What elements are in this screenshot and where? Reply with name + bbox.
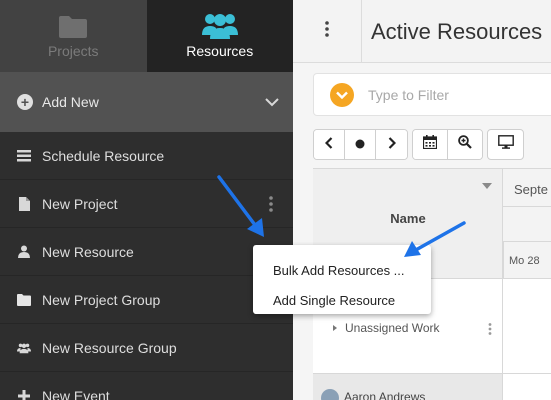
unassigned-work-label: Unassigned Work (345, 321, 440, 335)
main-panel: Active Resources Type to Filter Name Sep… (293, 0, 551, 400)
menu-item-new-project-group[interactable]: New Project Group (0, 276, 293, 324)
next-button[interactable] (376, 130, 407, 159)
page-title: Active Resources (371, 19, 543, 44)
chevron-down-icon[interactable] (330, 82, 354, 107)
person-icon (17, 245, 31, 259)
add-single-resource-item[interactable]: Add Single Resource (253, 285, 431, 315)
people-icon (201, 11, 239, 39)
sidebar: Projects Resources + Add New Schedule Re… (0, 0, 293, 400)
menu-item-new-resource[interactable]: New Resource (0, 228, 293, 276)
list-icon (17, 149, 31, 163)
menu-item-label: New Event (42, 387, 110, 400)
tab-resources[interactable]: Resources (146, 0, 293, 72)
month-header: Septe (503, 169, 551, 207)
menu-item-label: New Project (42, 195, 118, 212)
display-button[interactable] (487, 129, 524, 160)
add-new-menu: Schedule Resource New Project New Resour… (0, 132, 293, 400)
people-icon (17, 341, 31, 355)
tab-label: Projects (47, 43, 99, 59)
kebab-menu-icon[interactable] (269, 196, 273, 215)
name-header-label: Name (390, 211, 426, 226)
resource-context-menu: Bulk Add Resources ... Add Single Resour… (253, 245, 431, 314)
menu-item-schedule-resource[interactable]: Schedule Resource (0, 132, 293, 180)
sort-caret-icon[interactable] (482, 183, 492, 189)
main-header: Active Resources (293, 0, 551, 63)
folder-icon (58, 11, 88, 39)
menu-item-label: New Resource Group (42, 339, 177, 356)
nav-button-group (313, 129, 408, 160)
menu-item-new-event[interactable]: New Event (0, 372, 293, 400)
filter-field[interactable]: Type to Filter (313, 73, 551, 116)
today-button[interactable] (345, 130, 376, 159)
chevron-left-icon (324, 136, 333, 154)
menu-item-label: Schedule Resource (42, 147, 165, 164)
menu-item-label: New Project Group (42, 291, 161, 308)
resource-row[interactable]: Aaron Andrews (313, 374, 503, 400)
calendar-button[interactable] (413, 130, 448, 159)
calendar-icon (422, 135, 438, 154)
expand-caret-icon[interactable] (333, 325, 337, 331)
filter-placeholder: Type to Filter (368, 86, 449, 103)
week-header (503, 207, 551, 242)
chevron-down-icon[interactable] (265, 94, 279, 110)
sidebar-tabs: Projects Resources (0, 0, 293, 72)
menu-item-label: New Resource (42, 243, 134, 260)
add-new-label: Add New (42, 94, 99, 110)
resource-name: Aaron Andrews (344, 390, 426, 400)
monitor-icon (497, 135, 514, 154)
kebab-menu-icon[interactable] (488, 322, 492, 340)
zoom-in-icon (458, 135, 472, 154)
day-header: Mo 28 (503, 242, 551, 279)
timeline-cells[interactable] (503, 279, 551, 374)
timeline-toolbar (313, 129, 528, 160)
tab-label: Resources (186, 43, 254, 59)
tab-projects[interactable]: Projects (0, 0, 147, 72)
bulk-add-resources-item[interactable]: Bulk Add Resources ... (253, 255, 431, 285)
zoom-button[interactable] (448, 130, 482, 159)
kebab-menu-icon (325, 21, 329, 42)
plus-icon (17, 389, 31, 400)
file-icon (17, 196, 31, 211)
prev-button[interactable] (314, 130, 345, 159)
plus-circle-icon: + (17, 94, 33, 110)
menu-item-new-project[interactable]: New Project (0, 180, 293, 228)
menu-item-new-resource-group[interactable]: New Resource Group (0, 324, 293, 372)
avatar (321, 389, 339, 400)
header-menu-button[interactable] (293, 0, 362, 63)
chevron-right-icon (388, 136, 396, 154)
folder-icon (17, 293, 31, 307)
date-zoom-group (412, 129, 483, 160)
add-new-button[interactable]: + Add New (0, 72, 293, 132)
dot-icon (355, 136, 365, 154)
